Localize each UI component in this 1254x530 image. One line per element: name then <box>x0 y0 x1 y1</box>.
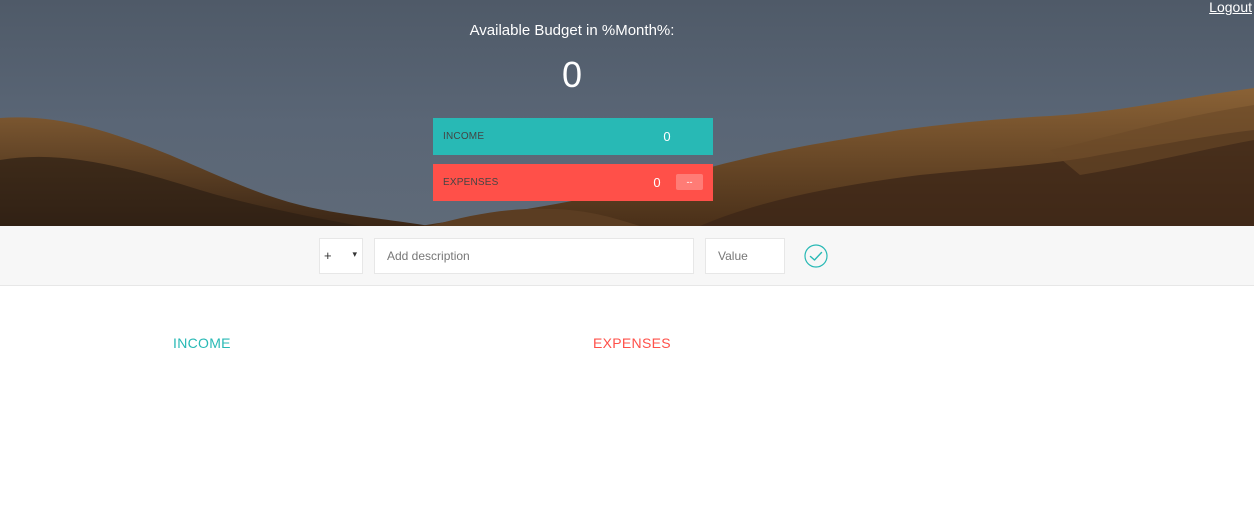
expenses-summary-label: EXPENSES <box>443 177 499 188</box>
value-input[interactable] <box>705 238 785 274</box>
checkmark-circle-icon[interactable] <box>804 244 828 268</box>
type-select-value: + <box>324 248 332 263</box>
expenses-percentage-badge: -- <box>676 174 703 190</box>
description-input[interactable] <box>374 238 694 274</box>
expenses-summary: EXPENSES 0 -- <box>433 164 713 201</box>
chevron-down-icon: ▾ <box>352 249 357 259</box>
expenses-list-title: EXPENSES <box>593 335 671 351</box>
income-summary-label: INCOME <box>443 131 485 142</box>
add-item-bar: + ▾ <box>0 226 1254 286</box>
income-summary: INCOME 0 <box>433 118 713 155</box>
logout-link[interactable]: Logout <box>1209 0 1254 14</box>
type-select[interactable]: + ▾ <box>319 238 363 274</box>
income-list-title: INCOME <box>173 335 231 351</box>
available-budget-title: Available Budget in %Month%: <box>469 22 675 39</box>
budget-header: Logout Available Budget in %Month%: 0 IN… <box>0 0 1254 226</box>
income-summary-value: 0 <box>663 129 671 144</box>
available-budget-value: 0 <box>561 54 583 95</box>
